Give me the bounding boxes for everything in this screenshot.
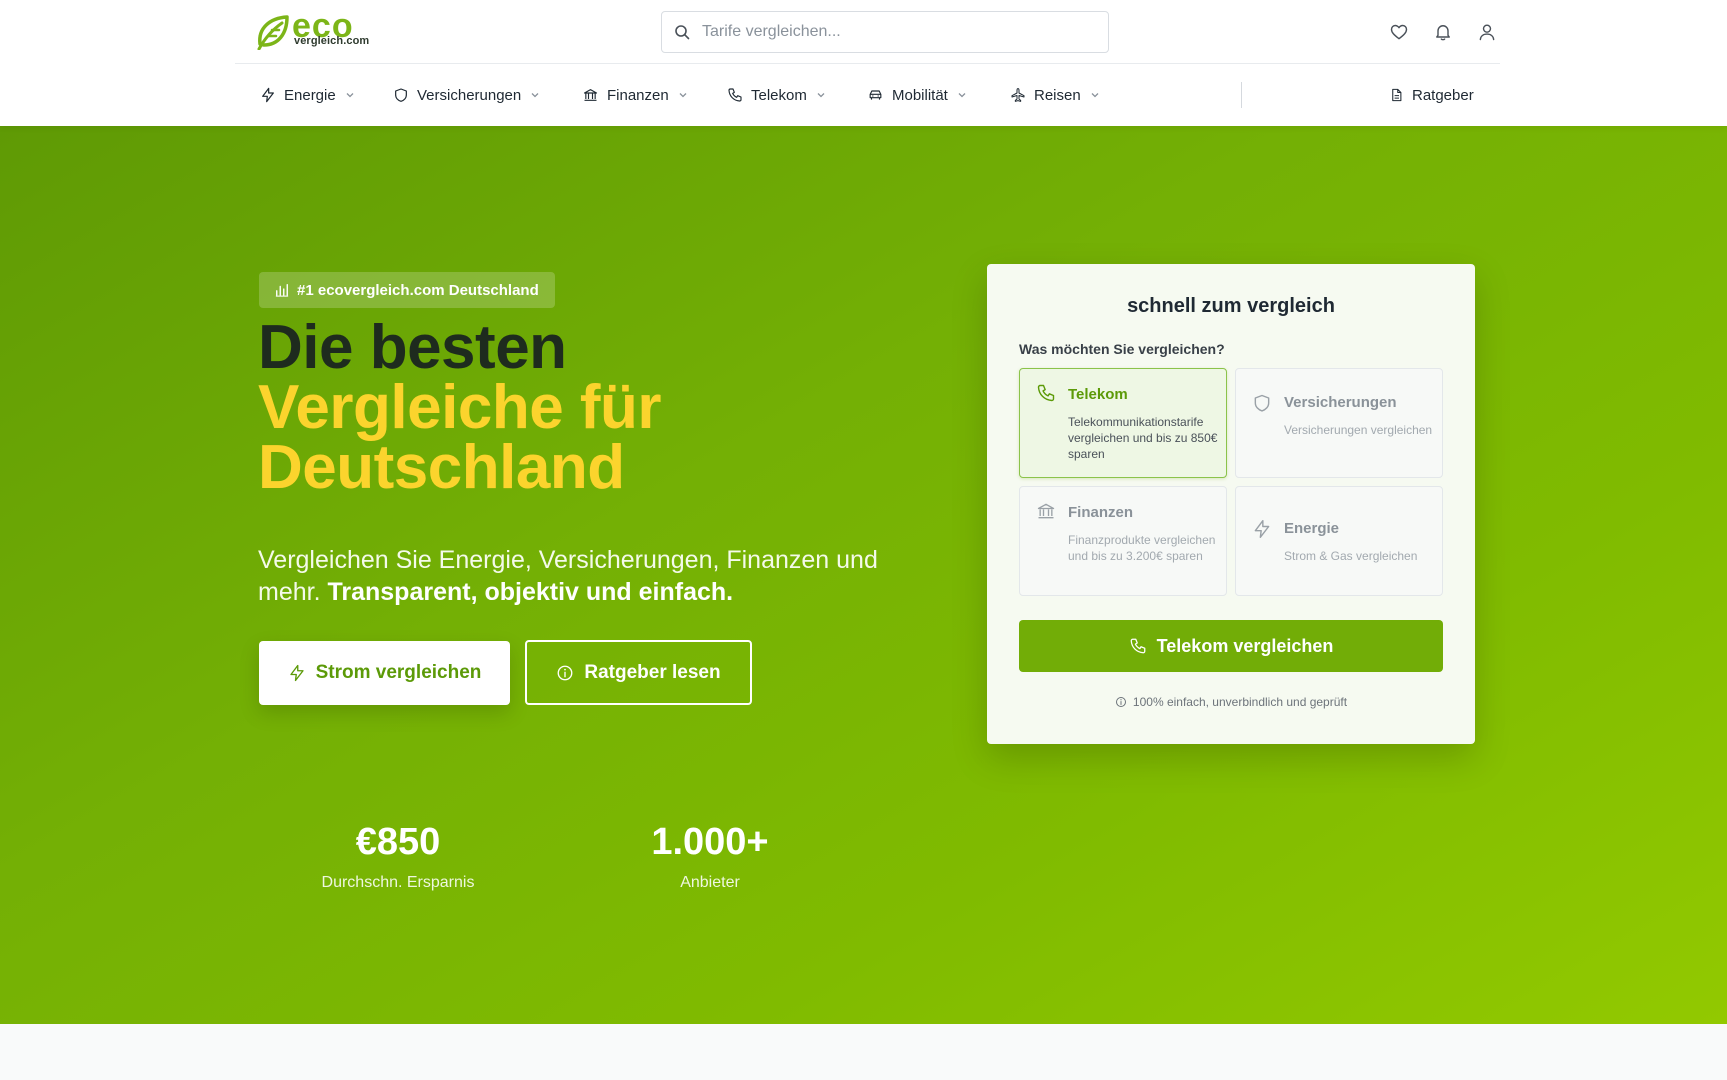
button-label: Strom vergleichen	[315, 662, 482, 683]
option-finanzen[interactable]: Finanzen Finanzprodukte vergleichen und …	[1019, 486, 1227, 596]
leaf-logo-icon	[257, 15, 289, 50]
quick-compare-card: schnell zum vergleich Was möchten Sie ve…	[987, 264, 1475, 744]
bolt-icon	[289, 664, 304, 682]
subline-emphasis: Transparent, objektiv und einfach.	[327, 578, 734, 606]
account-button[interactable]	[1474, 19, 1500, 45]
option-title: Versicherungen	[1284, 394, 1397, 411]
shield-icon	[1254, 394, 1270, 412]
phone-icon	[1037, 384, 1055, 402]
option-title: Finanzen	[1068, 504, 1134, 521]
car-icon	[869, 90, 882, 100]
bolt-icon	[1254, 519, 1270, 539]
nav-item-versicherungen[interactable]: Versicherungen	[393, 82, 540, 108]
search-box[interactable]	[661, 11, 1109, 53]
chevron-down-icon	[1091, 93, 1099, 98]
bolt-icon	[262, 87, 274, 103]
search-icon	[675, 25, 690, 40]
headline-line-1: Die besten	[258, 313, 567, 382]
read-guide-button[interactable]: Ratgeber lesen	[525, 640, 752, 705]
search-input[interactable]	[702, 23, 1082, 41]
headline-line-2: Vergleiche für	[258, 373, 662, 442]
nav-label: Mobilität	[892, 86, 948, 104]
nav-item-finanzen[interactable]: Finanzen	[582, 82, 688, 108]
headline-line-3: Deutschland	[258, 433, 625, 502]
badge-text: #1 ecovergleich.com Deutschland	[297, 281, 539, 299]
button-label: Telekom vergleichen	[1156, 635, 1334, 656]
nav-item-energie[interactable]: Energie	[260, 82, 355, 108]
hero-headline: Die besten Vergleiche für Deutschland	[258, 313, 958, 502]
document-icon	[1392, 88, 1402, 102]
hero-subline: Vergleichen Sie Energie, Versicherungen,…	[258, 544, 898, 608]
nav-label: Versicherungen	[417, 86, 522, 104]
option-telekom[interactable]: Telekom Telekommunikationstarife verglei…	[1019, 368, 1227, 478]
option-title: Energie	[1284, 520, 1340, 537]
bank-icon	[1037, 503, 1055, 519]
compare-telekom-button[interactable]: Telekom vergleichen	[1019, 620, 1443, 672]
notifications-button[interactable]	[1430, 19, 1456, 45]
nav-label: Finanzen	[607, 86, 669, 104]
nav-label: Reisen	[1034, 86, 1081, 104]
chevron-down-icon	[958, 93, 966, 98]
info-icon	[557, 665, 573, 680]
nav-item-reisen[interactable]: Reisen	[1010, 82, 1100, 108]
info-icon	[1115, 697, 1126, 707]
stat-savings: €850 Durchschn. Ersparnis	[288, 820, 508, 894]
header-actions	[1386, 19, 1500, 45]
trust-note: 100% einfach, unverbindlich und geprüft	[987, 695, 1475, 709]
nav-label: Telekom	[751, 86, 807, 104]
option-energie[interactable]: Energie Strom & Gas vergleichen	[1235, 486, 1443, 596]
heart-icon	[1390, 24, 1408, 40]
top-bar: eco vergleich.com	[235, 0, 1500, 64]
nav-label: Energie	[284, 86, 336, 104]
chevron-down-icon	[531, 93, 539, 98]
stat-providers: 1.000+ Anbieter	[600, 820, 820, 894]
hero-section: #1 ecovergleich.com Deutschland Die best…	[0, 126, 1727, 1024]
nav-item-ratgeber[interactable]: Ratgeber	[1389, 82, 1474, 108]
ranking-badge: #1 ecovergleich.com Deutschland	[259, 272, 555, 308]
option-description: Telekommunikationstarife vergleichen und…	[1068, 415, 1218, 461]
note-text: 100% einfach, unverbindlich und geprüft	[1132, 695, 1348, 709]
stat-value: 1.000+	[651, 821, 769, 863]
chevron-down-icon	[679, 93, 687, 98]
nav-item-telekom[interactable]: Telekom	[727, 82, 826, 108]
stat-value: €850	[355, 821, 441, 863]
site-header: eco vergleich.com Tarife vergleichen... …	[0, 0, 1727, 126]
stat-label: Durchschn. Ersparnis	[321, 874, 475, 891]
user-icon	[1479, 24, 1495, 41]
option-title: Telekom	[1068, 386, 1128, 403]
shield-icon	[395, 88, 407, 102]
nav-item-mobilitaet[interactable]: Mobilität	[867, 82, 967, 108]
bell-icon	[1436, 25, 1450, 41]
compare-electricity-button[interactable]: Strom vergleichen	[259, 641, 510, 705]
chevron-down-icon	[817, 93, 825, 98]
card-title: schnell zum vergleich	[1127, 295, 1335, 317]
header-inner: eco vergleich.com Tarife vergleichen... …	[235, 0, 1500, 126]
card-question: Was möchten Sie vergleichen?	[1019, 341, 1225, 357]
button-label: Ratgeber lesen	[584, 661, 721, 683]
option-description: Finanzprodukte vergleichen und bis zu 3.…	[1068, 533, 1216, 563]
option-description: Versicherungen vergleichen	[1284, 423, 1433, 437]
option-description: Strom & Gas vergleichen	[1284, 549, 1418, 563]
option-versicherungen[interactable]: Versicherungen Versicherungen vergleiche…	[1235, 368, 1443, 478]
bar-chart-icon	[275, 284, 289, 297]
nav-label: Ratgeber	[1412, 86, 1474, 104]
phone-icon	[728, 88, 742, 102]
nav-divider	[1241, 82, 1242, 108]
plane-icon	[1011, 88, 1025, 102]
favorites-button[interactable]	[1386, 19, 1412, 45]
logo[interactable]: eco vergleich.com	[256, 7, 378, 51]
stat-label: Anbieter	[680, 874, 740, 891]
chevron-down-icon	[346, 93, 354, 98]
bank-icon	[583, 89, 598, 101]
logo-domain: vergleich.com	[294, 35, 370, 47]
phone-icon	[1130, 638, 1146, 654]
next-section	[0, 1024, 1727, 1080]
main-nav: Energie Versicherungen Finanzen Telekom	[235, 64, 1500, 126]
